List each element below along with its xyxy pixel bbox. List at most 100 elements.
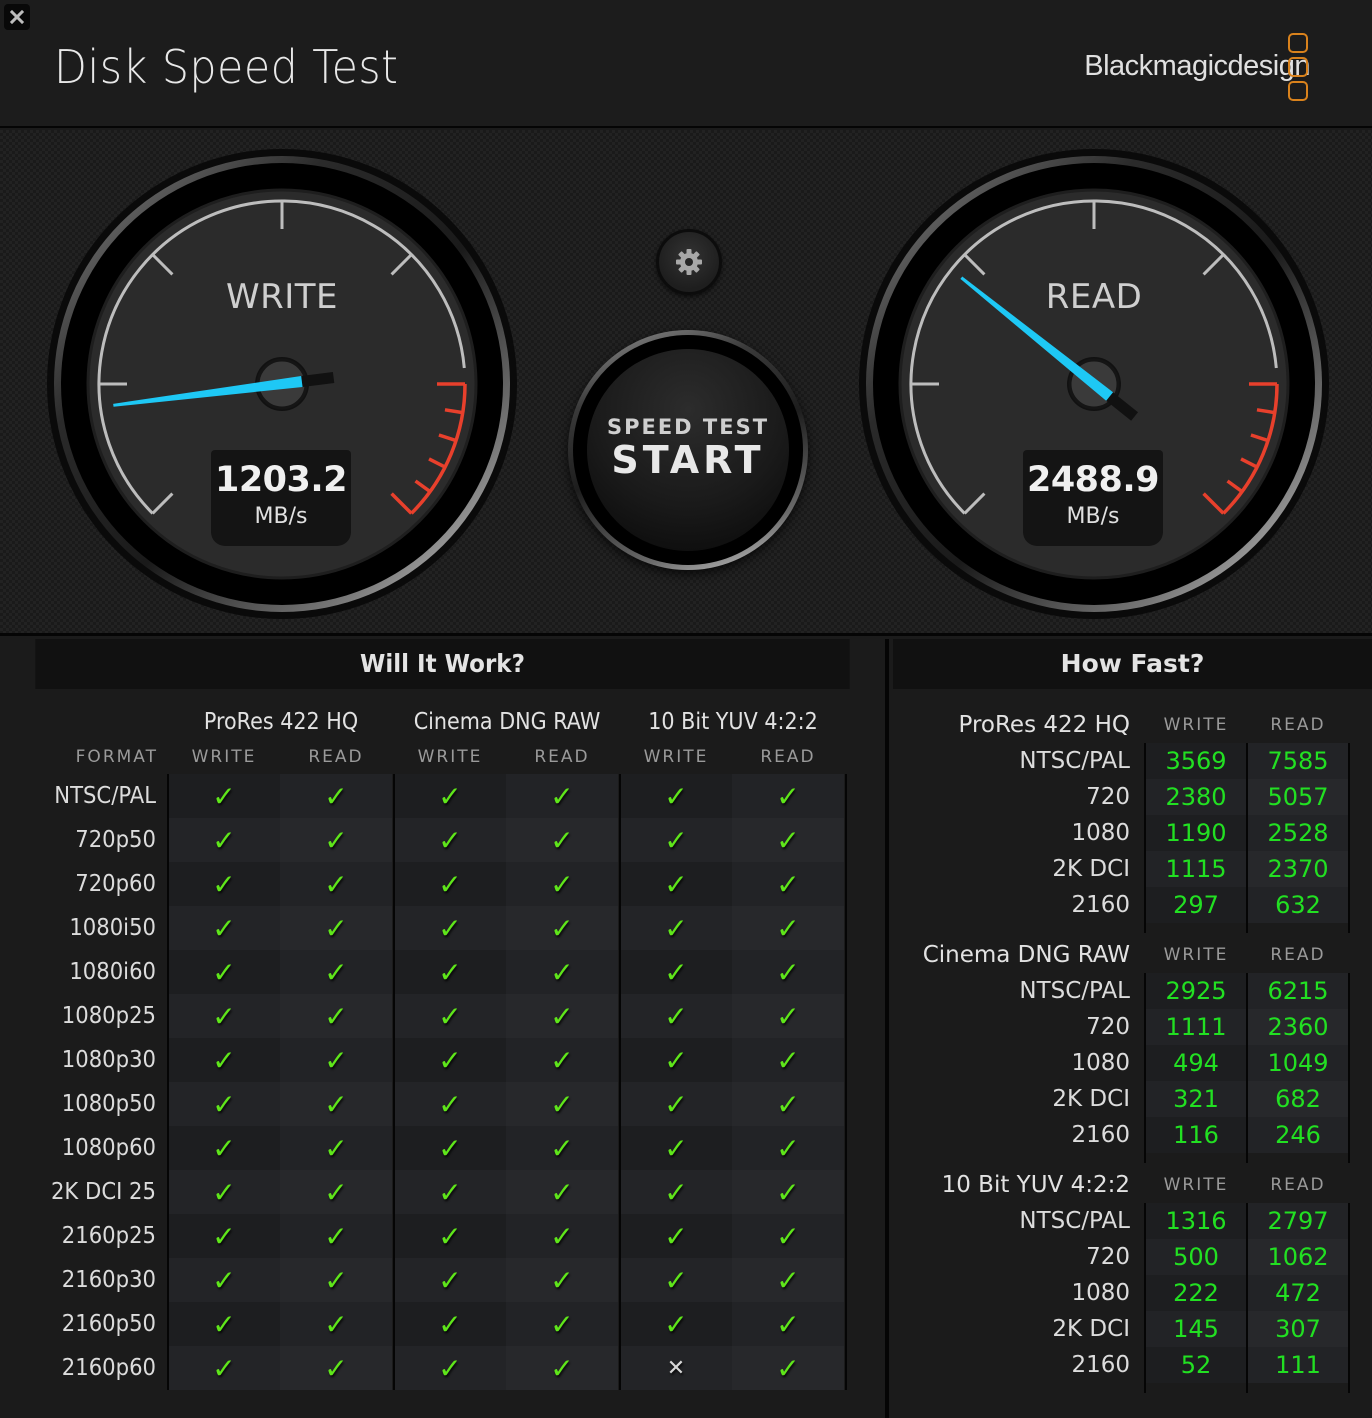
- table-row: 2160 116 246: [893, 1117, 1372, 1153]
- codec-header: 10 Bit YUV 4:2:2: [648, 709, 818, 735]
- result-cell: ✓: [168, 818, 280, 862]
- table-row: 2160p30 ✓ ✓ ✓ ✓ ✓ ✓: [0, 1258, 890, 1302]
- column-divider: [393, 774, 395, 1390]
- will-it-work-table: NTSC/PAL ✓ ✓ ✓ ✓ ✓ ✓ 720p50 ✓ ✓ ✓ ✓ ✓ ✓ 720p60 ✓ ✓ ✓ ✓ ✓ ✓ 10…: [0, 774, 890, 1390]
- result-cell: ✓: [280, 818, 392, 862]
- result-cell: ✓: [620, 1302, 732, 1346]
- checkmark-icon: ✓: [550, 1131, 574, 1165]
- checkmark-icon: ✓: [438, 1087, 462, 1121]
- result-cell: ✓: [732, 1302, 844, 1346]
- checkmark-icon: ✓: [664, 911, 688, 945]
- format-column-header: FORMAT: [75, 747, 158, 767]
- read-speed-value: 2370: [1248, 851, 1348, 887]
- result-cell: ✓: [620, 862, 732, 906]
- column-divider: [1246, 973, 1248, 1163]
- write-speed-value: 1203.2: [214, 460, 348, 500]
- table-row: 2160 297 632: [893, 887, 1372, 923]
- format-label: 2K DCI 25: [50, 1179, 157, 1205]
- checkmark-icon: ✓: [324, 823, 348, 857]
- result-cell: ✓: [506, 994, 618, 1038]
- result-cell: ✓: [168, 1170, 280, 1214]
- resolution-label: 720: [1086, 1244, 1130, 1270]
- write-speed-value: 3569: [1146, 743, 1246, 779]
- write-column-header: WRITE: [643, 747, 709, 767]
- write-speed-value: 2925: [1146, 973, 1246, 1009]
- result-cell: ✓: [168, 1038, 280, 1082]
- write-speed-value: 1115: [1146, 851, 1246, 887]
- result-cell: ✓: [168, 1302, 280, 1346]
- result-cell: ✓: [506, 1126, 618, 1170]
- write-gauge: WRITE 1203.2 MB/s: [45, 147, 519, 621]
- write-speed-value: 1190: [1146, 815, 1246, 851]
- read-speed-value: 307: [1248, 1311, 1348, 1347]
- speed-test-start-button[interactable]: SPEED TEST START: [568, 330, 808, 570]
- table-row: 2160p50 ✓ ✓ ✓ ✓ ✓ ✓: [0, 1302, 890, 1346]
- write-speed-value: 222: [1146, 1275, 1246, 1311]
- checkmark-icon: ✓: [212, 867, 236, 901]
- read-speed-value: 2360: [1248, 1009, 1348, 1045]
- checkmark-icon: ✓: [438, 955, 462, 989]
- settings-button[interactable]: [656, 229, 722, 295]
- result-cell: ✓: [394, 1082, 506, 1126]
- format-label: 2160p25: [61, 1223, 156, 1249]
- write-column-header: WRITE: [1163, 715, 1229, 735]
- close-button[interactable]: [4, 4, 30, 30]
- result-cell: ✓: [280, 1258, 392, 1302]
- read-speed-value: 1049: [1248, 1045, 1348, 1081]
- how-fast-group: ProRes 422 HQ WRITE READ NTSC/PAL 3569 7585 72…: [893, 707, 1372, 933]
- checkmark-icon: ✓: [438, 823, 462, 857]
- format-label: 1080p30: [61, 1047, 156, 1073]
- table-row: 2K DCI 1115 2370: [893, 851, 1372, 887]
- result-cell: ✓: [620, 906, 732, 950]
- resolution-label: 1080: [1071, 820, 1130, 846]
- will-it-work-panel: Will It Work? ProRes 422 HQ Cinema DNG RA…: [0, 639, 889, 1418]
- result-cell: ✓: [168, 950, 280, 994]
- checkmark-icon: ✓: [664, 1087, 688, 1121]
- will-it-work-title: Will It Work?: [35, 639, 850, 689]
- how-fast-title: How Fast?: [893, 639, 1372, 689]
- write-speed-readout: 1203.2 MB/s: [211, 450, 351, 546]
- checkmark-icon: ✓: [212, 1087, 236, 1121]
- read-column-header: READ: [760, 747, 816, 767]
- result-cell: ✓: [168, 1126, 280, 1170]
- checkmark-icon: ✓: [550, 1087, 574, 1121]
- table-row: 2160p60 ✓ ✓ ✓ ✓ ✕ ✓: [0, 1346, 890, 1390]
- checkmark-icon: ✓: [550, 1263, 574, 1297]
- format-label: 2160p30: [61, 1267, 156, 1293]
- checkmark-icon: ✓: [550, 779, 574, 813]
- result-cell: ✓: [732, 994, 844, 1038]
- table-row: 1080p60 ✓ ✓ ✓ ✓ ✓ ✓: [0, 1126, 890, 1170]
- codec-header: ProRes 422 HQ: [203, 709, 359, 735]
- checkmark-icon: ✓: [324, 955, 348, 989]
- checkmark-icon: ✓: [324, 999, 348, 1033]
- table-row: 1080p30 ✓ ✓ ✓ ✓ ✓ ✓: [0, 1038, 890, 1082]
- result-cell: ✓: [168, 1258, 280, 1302]
- codec-label: ProRes 422 HQ: [958, 712, 1131, 738]
- result-cell: ✓: [620, 1126, 732, 1170]
- checkmark-icon: ✓: [550, 1307, 574, 1341]
- result-cell: ✓: [394, 818, 506, 862]
- checkmark-icon: ✓: [550, 1175, 574, 1209]
- result-cell: ✓: [168, 1214, 280, 1258]
- checkmark-icon: ✓: [776, 1263, 800, 1297]
- checkmark-icon: ✓: [776, 1131, 800, 1165]
- write-speed-value: 1316: [1146, 1203, 1246, 1239]
- checkmark-icon: ✓: [664, 1043, 688, 1077]
- read-speed-value: 6215: [1248, 973, 1348, 1009]
- result-cell: ✓: [394, 950, 506, 994]
- result-cell: ✓: [280, 950, 392, 994]
- checkmark-icon: ✓: [776, 1351, 800, 1385]
- table-row: 2K DCI 145 307: [893, 1311, 1372, 1347]
- result-cell: ✓: [732, 950, 844, 994]
- result-cell: ✓: [732, 1258, 844, 1302]
- read-speed-value: 7585: [1248, 743, 1348, 779]
- close-icon: [10, 10, 24, 24]
- result-cell: ✓: [732, 1346, 844, 1390]
- column-divider: [167, 774, 169, 1390]
- write-speed-value: 2380: [1146, 779, 1246, 815]
- checkmark-icon: ✓: [438, 1307, 462, 1341]
- resolution-label: NTSC/PAL: [1019, 1208, 1130, 1234]
- read-column-header: READ: [1270, 715, 1326, 735]
- resolution-label: NTSC/PAL: [1019, 748, 1130, 774]
- checkmark-icon: ✓: [664, 1175, 688, 1209]
